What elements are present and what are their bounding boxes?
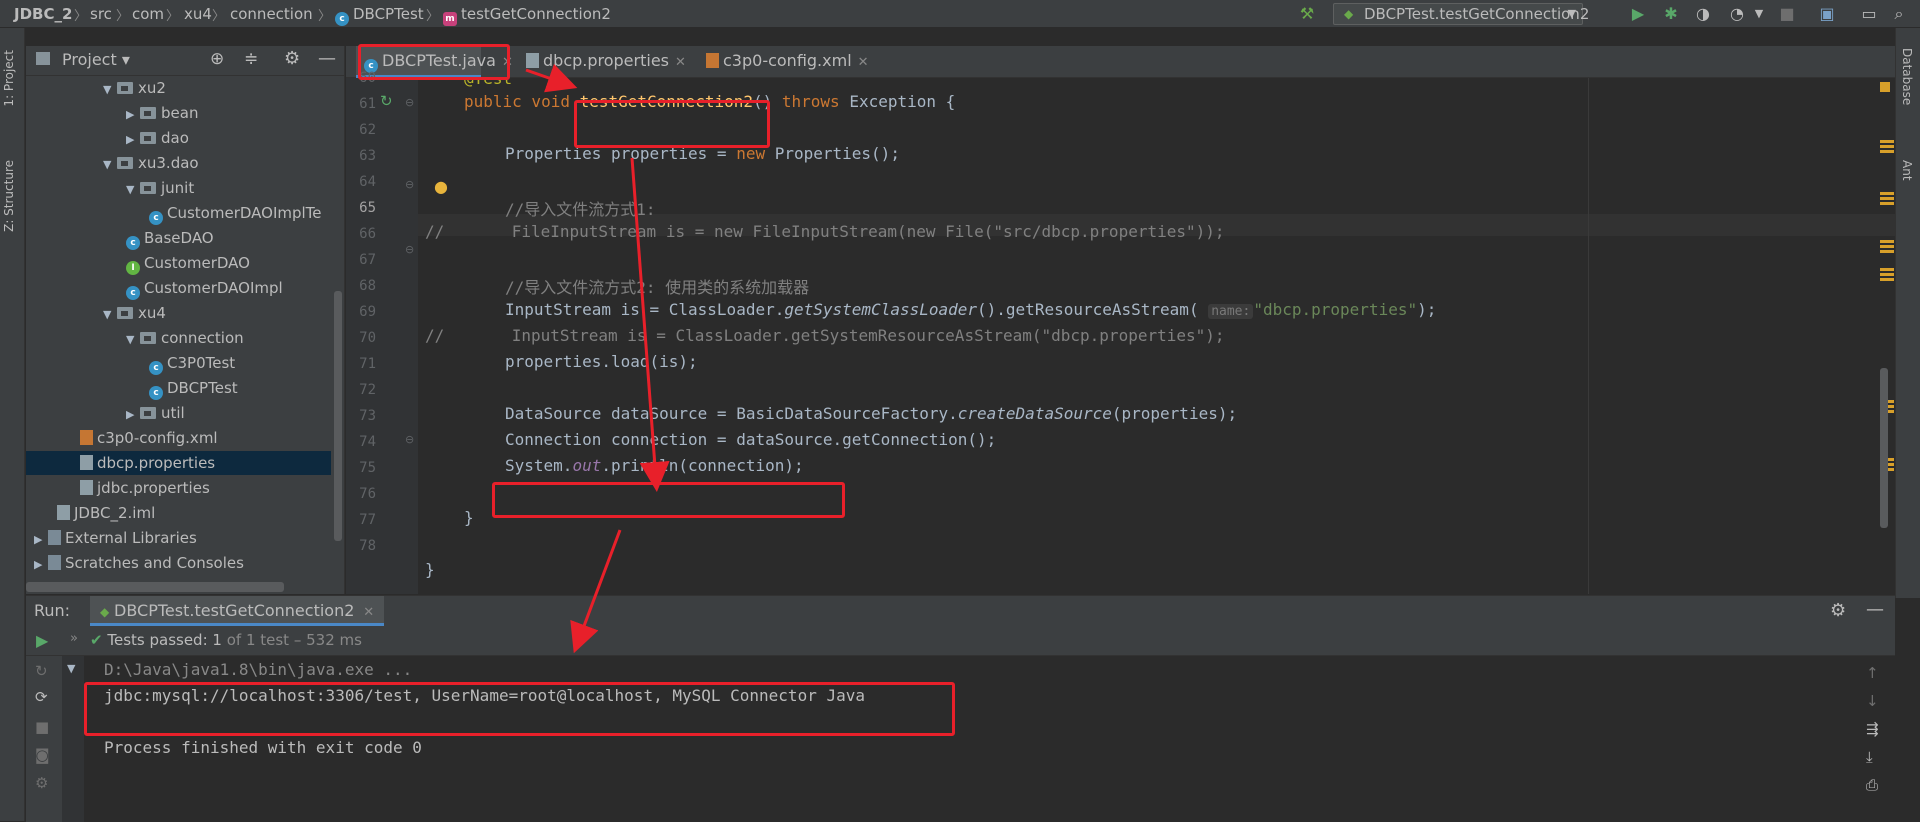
annotation-box-println bbox=[492, 482, 845, 518]
annotation-arrow bbox=[570, 529, 622, 654]
annotation-box-tab bbox=[358, 44, 510, 80]
annotation-arrow bbox=[525, 63, 578, 93]
annotation-box-output bbox=[84, 682, 955, 736]
annotation-box-method bbox=[574, 100, 770, 148]
annotation-arrow bbox=[630, 157, 670, 492]
